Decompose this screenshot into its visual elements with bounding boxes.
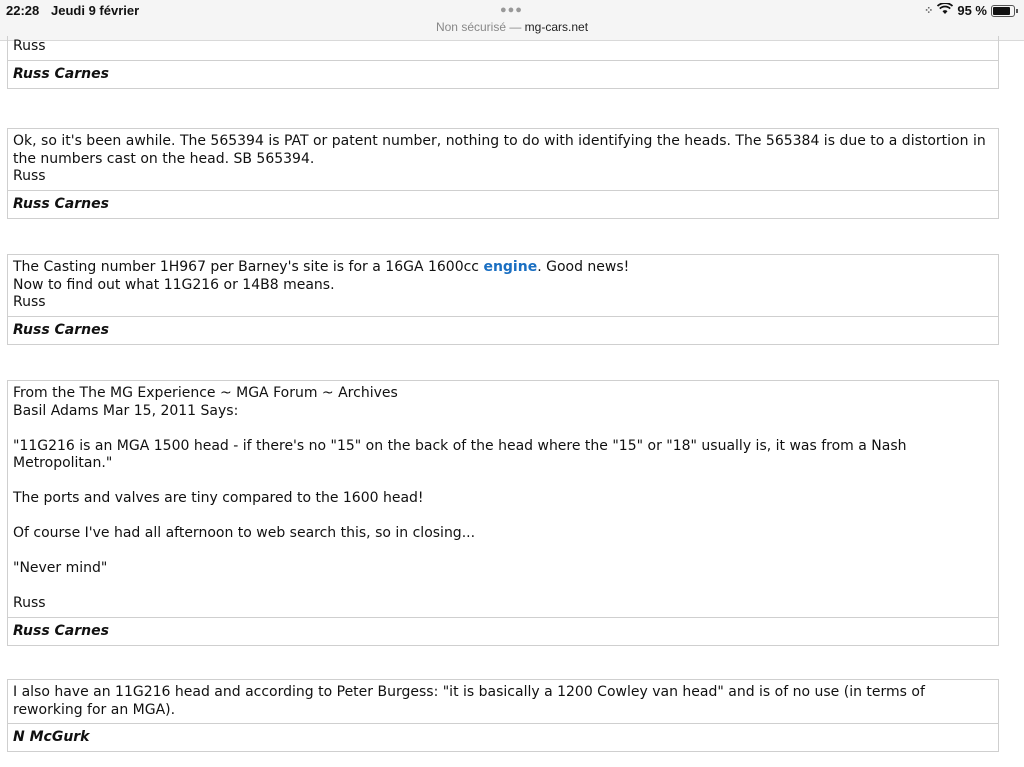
more-dots-icon[interactable]: ●●● (500, 4, 523, 16)
battery-icon (991, 4, 1015, 17)
post-body: The Casting number 1H967 per Barney's si… (7, 254, 999, 317)
post-author: Russ Carnes (7, 190, 999, 219)
wifi-icon (937, 2, 954, 18)
battery-percent: 95 % (957, 3, 987, 18)
post-author: N McGurk (7, 724, 999, 752)
post-author: Russ Carnes (7, 316, 999, 345)
post-body: I also have an 11G216 head and according… (7, 679, 999, 724)
activity-icon: ⁘ (924, 5, 934, 17)
forum-post: The Casting number 1H967 per Barney's si… (7, 254, 999, 345)
url-domain: mg-cars.net (524, 20, 589, 34)
post-author: Russ Carnes (7, 60, 999, 89)
forum-post: From the The MG Experience ~ MGA Forum ~… (7, 380, 999, 646)
status-date: Jeudi 9 février (51, 3, 140, 18)
forum-post: I also have an 11G216 head and according… (7, 679, 999, 752)
post-body: Ok, so it's been awhile. The 565394 is P… (7, 128, 999, 191)
forum-post: Ok, so it's been awhile. The 565394 is P… (7, 128, 999, 219)
post-body: From the The MG Experience ~ MGA Forum ~… (7, 380, 999, 618)
security-label: Non sécurisé — (435, 20, 525, 34)
post-body: Russ (7, 36, 999, 61)
post-text: The Casting number 1H967 per Barney's si… (13, 259, 484, 275)
status-indicators: ⁘ 95 % (924, 2, 1018, 18)
status-bar: 22:28 Jeudi 9 février ●●● Non sécurisé —… (0, 0, 1024, 41)
post-author: Russ Carnes (7, 617, 999, 646)
address-bar[interactable]: Non sécurisé — mg-cars.net (0, 20, 1024, 34)
status-time: 22:28 (6, 3, 40, 18)
forum-post: Russ Russ Carnes (7, 36, 999, 89)
engine-link[interactable]: engine (483, 259, 537, 275)
